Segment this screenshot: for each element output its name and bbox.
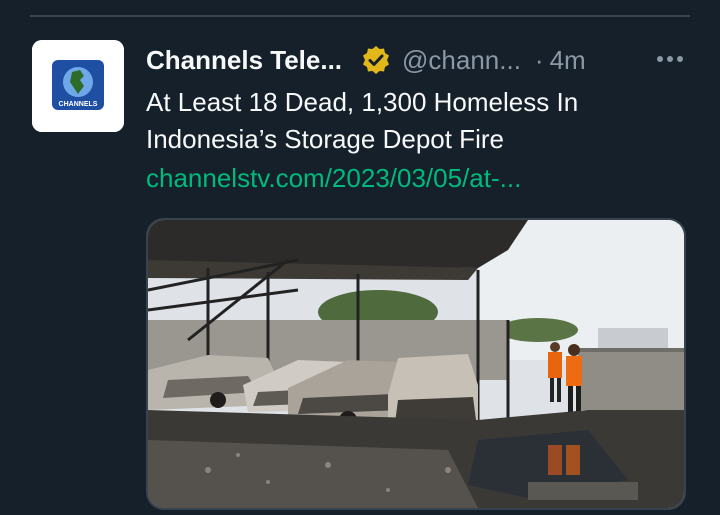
tweet-text: At Least 18 Dead, 1,300 Homeless In Indo…: [146, 87, 579, 154]
fire-aftermath-photo: [148, 220, 684, 508]
tweet-media-image[interactable]: [146, 218, 686, 510]
author-handle[interactable]: @chann...: [402, 45, 521, 76]
timestamp[interactable]: 4m: [550, 45, 586, 76]
more-options-icon[interactable]: [652, 44, 688, 74]
avatar[interactable]: CHANNELS: [32, 40, 124, 132]
channels-logo-icon: CHANNELS: [32, 40, 124, 132]
verified-badge-icon: [360, 44, 392, 76]
separator-dot: ·: [534, 44, 544, 75]
tweet-card[interactable]: CHANNELS Channels Tele... @chann... · 4m…: [0, 0, 720, 515]
tweet-link[interactable]: channelstv.com/2023/03/05/at-...: [146, 160, 521, 197]
avatar-label: CHANNELS: [59, 101, 98, 108]
author-name[interactable]: Channels Tele...: [146, 45, 342, 76]
tweet-header: Channels Tele... @chann... · 4m: [146, 40, 586, 80]
